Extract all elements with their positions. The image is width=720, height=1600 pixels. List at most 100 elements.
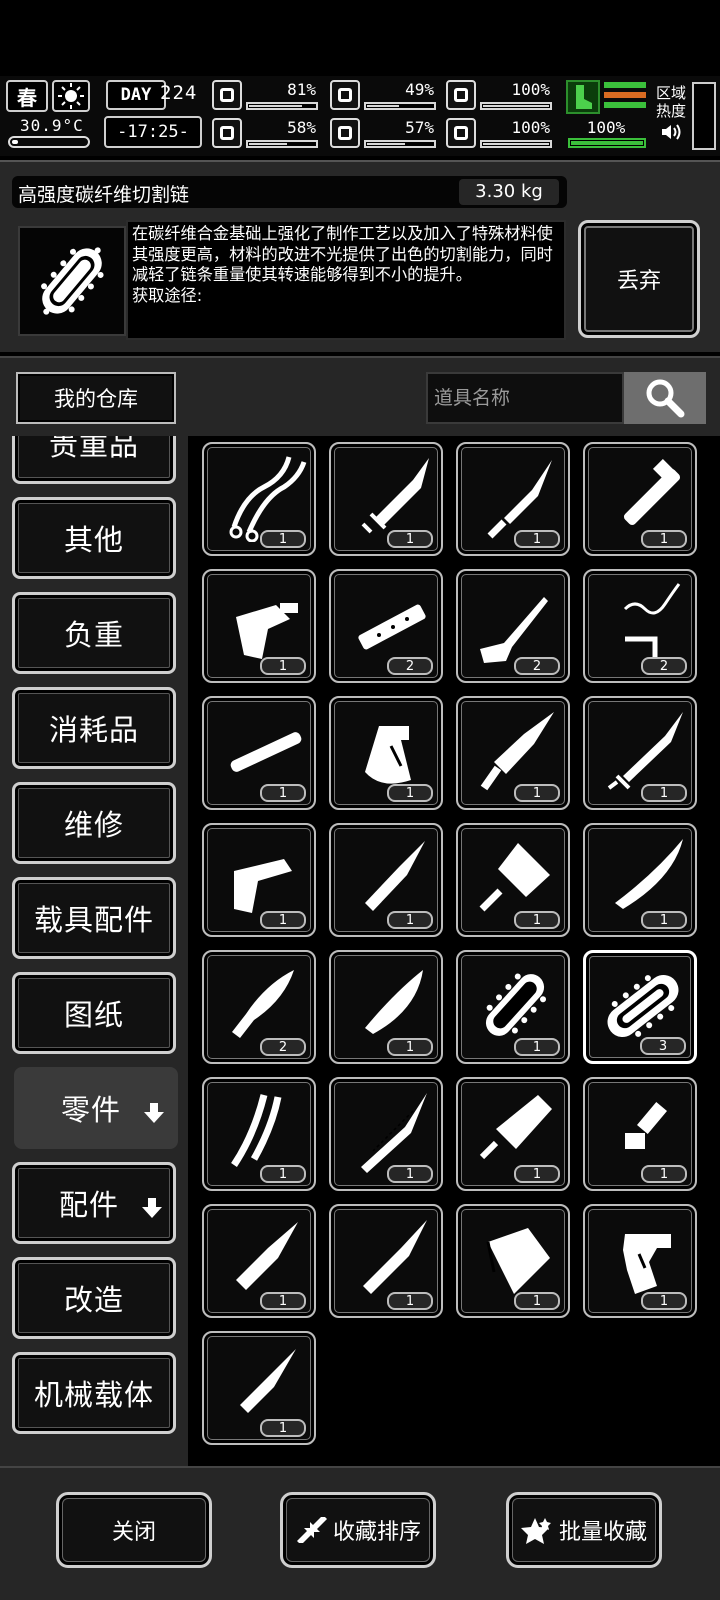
- item-slot[interactable]: 1: [329, 950, 443, 1064]
- category-button[interactable]: 改造: [12, 1257, 176, 1339]
- item-slot[interactable]: 3: [583, 950, 697, 1064]
- health-value: 81%: [287, 80, 316, 99]
- item-count: 1: [260, 784, 306, 802]
- tube-icon: [230, 732, 302, 772]
- kris-blade-icon: [232, 970, 294, 1038]
- item-count: 2: [641, 657, 687, 675]
- close-button[interactable]: 关闭: [56, 1492, 212, 1568]
- item-slot[interactable]: 2: [202, 950, 316, 1064]
- category-label: 其他: [63, 523, 124, 557]
- stamina-bar: [568, 138, 646, 148]
- category-button[interactable]: 零件: [14, 1067, 178, 1149]
- item-slot[interactable]: 1: [456, 950, 570, 1064]
- speaker-icon[interactable]: [660, 122, 682, 142]
- item-slot[interactable]: 1: [329, 442, 443, 556]
- wire-parts-icon: [623, 583, 681, 659]
- region-label: 区域: [656, 84, 687, 102]
- batch-favorite-button[interactable]: 批量收藏: [506, 1492, 662, 1568]
- item-slot[interactable]: 1: [202, 1077, 316, 1191]
- item-slot[interactable]: 2: [329, 569, 443, 683]
- temperature: 30.9°C: [20, 116, 84, 135]
- item-source: 获取途径:: [132, 285, 203, 305]
- rifle-icon: [480, 597, 548, 663]
- warehouse-header: 我的仓库: [0, 356, 720, 436]
- cracked-cleaver-icon: [479, 1095, 552, 1160]
- brain-icon: [212, 118, 242, 148]
- category-button[interactable]: 负重: [12, 592, 176, 674]
- item-count: 1: [514, 784, 560, 802]
- item-slot[interactable]: 1: [202, 442, 316, 556]
- category-label: 机械载体: [33, 1378, 154, 1412]
- category-list[interactable]: 贵重品其他负重消耗品维修载具配件图纸零件配件改造机械载体: [0, 436, 188, 1466]
- item-slot[interactable]: 1: [583, 1077, 697, 1191]
- item-slot[interactable]: 1: [329, 823, 443, 937]
- item-slot[interactable]: 1: [329, 1204, 443, 1318]
- rail-mount-icon: [358, 604, 426, 650]
- discard-button[interactable]: 丢弃: [578, 220, 700, 338]
- warehouse-tab[interactable]: 我的仓库: [16, 372, 176, 424]
- category-button[interactable]: 其他: [12, 497, 176, 579]
- discard-label: 丢弃: [616, 269, 661, 294]
- whip-cords-icon: [229, 456, 307, 542]
- item-slot[interactable]: 2: [583, 569, 697, 683]
- health-bar: [246, 102, 318, 110]
- item-slot[interactable]: 1: [329, 696, 443, 810]
- item-slot[interactable]: 1: [202, 823, 316, 937]
- item-count: 1: [514, 1038, 560, 1056]
- sun-icon: [52, 80, 90, 112]
- item-slot[interactable]: 2: [456, 569, 570, 683]
- status-bar: 春 30.9°C DAY 224 -17:25- 81% 49% 100% 58% 57…: [0, 76, 720, 156]
- category-label: 消耗品: [48, 713, 139, 747]
- item-grid[interactable]: 1 1 1 1 1 2 2 2 1 1 1 1 1 1 1 1 2 1 1 3 1 1 1 1 1 1 1 1 1: [188, 436, 720, 1466]
- thermometer-icon: [8, 136, 90, 148]
- item-slot[interactable]: 1: [456, 1204, 570, 1318]
- category-button[interactable]: 消耗品: [12, 687, 176, 769]
- category-button[interactable]: 维修: [12, 782, 176, 864]
- category-button[interactable]: 贵重品: [12, 436, 176, 484]
- item-slot[interactable]: 1: [456, 1077, 570, 1191]
- favorite-sort-button[interactable]: 收藏排序: [280, 1492, 436, 1568]
- item-slot[interactable]: 1: [456, 442, 570, 556]
- item-slot[interactable]: 1: [583, 823, 697, 937]
- item-count: 1: [514, 1292, 560, 1310]
- search-input[interactable]: [426, 372, 624, 424]
- category-label: 负重: [63, 618, 124, 652]
- item-count: 1: [387, 1165, 433, 1183]
- item-slot[interactable]: 1: [583, 1204, 697, 1318]
- spearhead-icon: [236, 1222, 298, 1290]
- medkit-icon: [212, 80, 242, 110]
- item-slot[interactable]: 1: [202, 696, 316, 810]
- item-slot[interactable]: 1: [456, 696, 570, 810]
- item-count: 3: [640, 1037, 686, 1055]
- category-button[interactable]: 机械载体: [12, 1352, 176, 1434]
- boot-icon: [566, 80, 600, 114]
- item-slot[interactable]: 1: [583, 442, 697, 556]
- item-count: 1: [260, 1292, 306, 1310]
- item-count: 1: [387, 1292, 433, 1310]
- swap-arrows-icon: [296, 1517, 327, 1543]
- category-button[interactable]: 载具配件: [12, 877, 176, 959]
- search-button[interactable]: [624, 372, 706, 424]
- category-label: 零件: [60, 1093, 121, 1127]
- category-label: 配件: [58, 1188, 119, 1222]
- item-slot[interactable]: 1: [202, 1204, 316, 1318]
- item-description-box: 在碳纤维合金基础上强化了制作工艺以及加入了特殊材料使其强度更高，材料的改进不光提…: [126, 220, 566, 340]
- item-count: 1: [260, 530, 306, 548]
- category-button[interactable]: 配件: [12, 1162, 176, 1244]
- item-count: 1: [514, 911, 560, 929]
- star-icon: [520, 1518, 551, 1544]
- item-count: 1: [514, 530, 560, 548]
- pistol-grip-icon: [236, 603, 298, 659]
- heart-value: 100%: [511, 118, 550, 137]
- item-count: 2: [514, 657, 560, 675]
- water-drop-icon: [330, 118, 360, 148]
- item-slot[interactable]: 1: [202, 1331, 316, 1445]
- item-slot[interactable]: 1: [202, 569, 316, 683]
- item-slot[interactable]: 1: [583, 696, 697, 810]
- hunger-bar: [364, 102, 436, 110]
- chainsaw-chain-icon: [485, 973, 547, 1036]
- item-slot[interactable]: 1: [329, 1077, 443, 1191]
- season-label: 春: [17, 85, 37, 110]
- item-slot[interactable]: 1: [456, 823, 570, 937]
- category-button[interactable]: 图纸: [12, 972, 176, 1054]
